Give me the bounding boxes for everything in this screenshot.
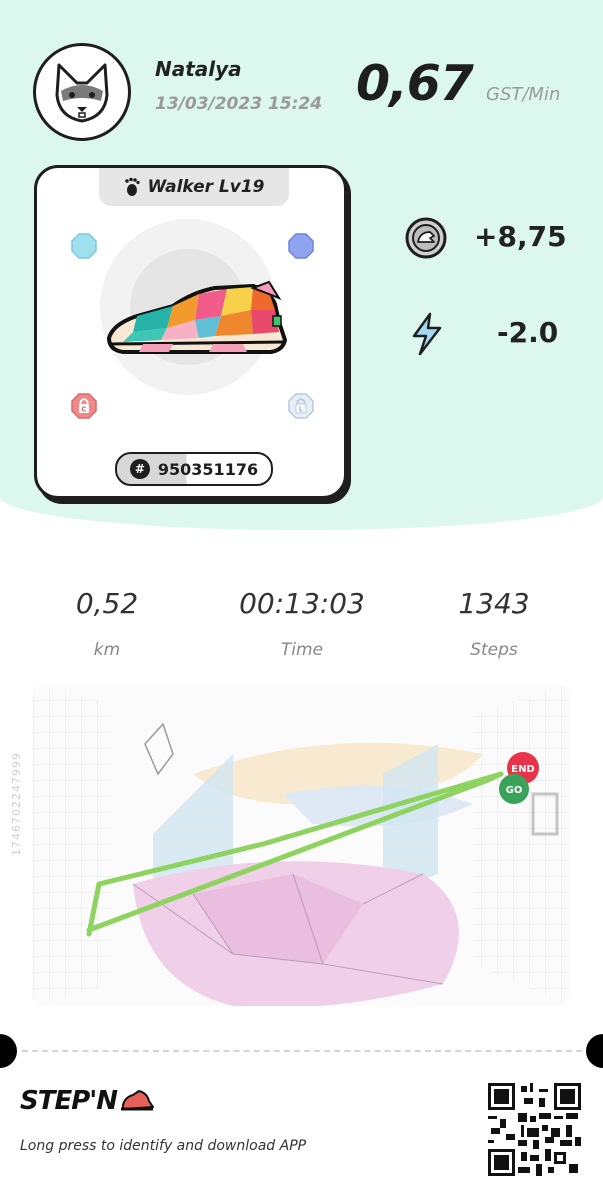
sneaker-id: 950351176 — [157, 459, 259, 479]
gem-socket-bottom-left-locked[interactable]: C — [70, 392, 98, 420]
stat-label: Steps — [470, 640, 518, 660]
route-map[interactable]: END GO — [33, 684, 570, 1006]
gem-socket-bottom-right-locked[interactable]: L — [287, 392, 315, 420]
run-datetime: 13/03/2023 15:24 — [155, 94, 323, 114]
ticket-divider — [22, 1050, 582, 1052]
earning-rate-unit: GST/Min — [486, 84, 561, 105]
earning-rate: 0,67 — [356, 55, 474, 112]
lock-icon: C — [71, 393, 97, 419]
stepn-logo[interactable]: STEP'N — [20, 1086, 155, 1116]
sneaker-image — [107, 280, 287, 354]
gem-socket-top-left[interactable] — [70, 232, 98, 260]
level-tab: Walker Lv19 — [99, 168, 289, 206]
lock-icon: L — [288, 393, 314, 419]
energy-bolt-icon — [412, 312, 442, 356]
lock-letter: C — [81, 406, 86, 414]
sneaker-level: Walker Lv19 — [147, 177, 265, 197]
map-background — [33, 684, 570, 1006]
avatar-fox-icon — [55, 63, 109, 123]
stat-value: 0,52 — [75, 587, 139, 620]
gem-socket-icon — [71, 233, 97, 259]
sneaker-id-badge[interactable]: # 950351176 — [115, 452, 273, 486]
side-code: 1746702247999 — [10, 752, 23, 856]
lock-letter: L — [299, 406, 304, 414]
footprint-icon — [124, 177, 140, 196]
stat-label: km — [93, 640, 121, 660]
ticket-notch-left — [0, 1034, 17, 1068]
gst-earned: +8,75 — [474, 220, 567, 253]
stat-value: 1343 — [458, 587, 530, 620]
gst-coin-icon — [405, 217, 447, 259]
stat-steps: 1343 Steps — [404, 587, 584, 660]
gem-socket-top-right[interactable] — [287, 232, 315, 260]
download-tagline: Long press to identify and download APP — [20, 1138, 307, 1154]
hash-icon: # — [129, 459, 150, 479]
qr-code[interactable] — [488, 1083, 581, 1176]
ticket-notch-right — [586, 1034, 603, 1068]
stat-label: Time — [280, 640, 324, 660]
go-marker: GO — [499, 774, 529, 804]
user-name: Natalya — [155, 57, 242, 81]
stat-value: 00:13:03 — [239, 587, 365, 620]
stat-time: 00:13:03 Time — [212, 587, 392, 660]
energy-used: -2.0 — [497, 316, 559, 349]
brand-name: STEP'N — [20, 1086, 118, 1116]
sneaker-card[interactable]: Walker Lv19 C L # 950351176 — [34, 165, 347, 499]
gem-socket-icon — [288, 233, 314, 259]
go-label: GO — [506, 785, 523, 796]
avatar[interactable] — [33, 43, 131, 141]
stat-distance: 0,52 km — [17, 587, 197, 660]
running-shoe-icon — [121, 1090, 154, 1111]
